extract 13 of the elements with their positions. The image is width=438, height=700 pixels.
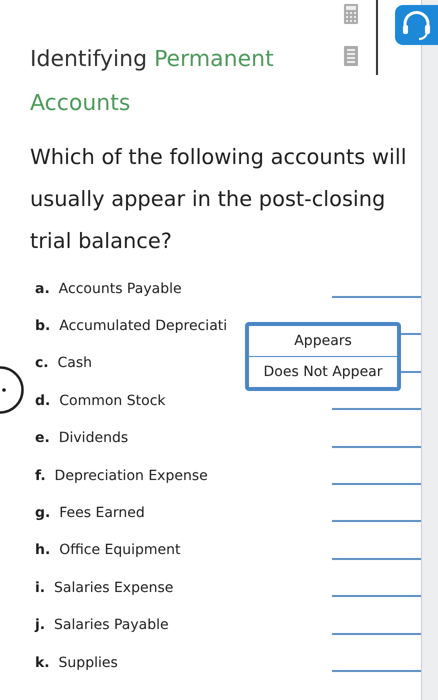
answer-label: c. Cash — [35, 355, 92, 372]
answer-label: k. Supplies — [35, 654, 118, 671]
answer-label: d. Common Stock — [35, 392, 166, 409]
answer-label: i. Salaries Expense — [35, 580, 174, 596]
page-title: Identifying Permanent Accounts — [30, 46, 275, 118]
answer-label: g. Fees Earned — [35, 505, 145, 522]
question-text: Which of the following accounts will usually appear in the post-closing trial balance? — [30, 144, 408, 255]
answer-label: h. Office Equipment — [35, 542, 181, 558]
answer-label: b. Accumulated Depreciati — [35, 318, 228, 334]
answer-label: a. Accounts Payable — [35, 280, 182, 297]
answer-label: j. Salaries Payable — [35, 617, 169, 634]
answer-label: e. Dividends — [35, 430, 128, 446]
answer-label: f. Depreciation Expense — [35, 468, 208, 484]
